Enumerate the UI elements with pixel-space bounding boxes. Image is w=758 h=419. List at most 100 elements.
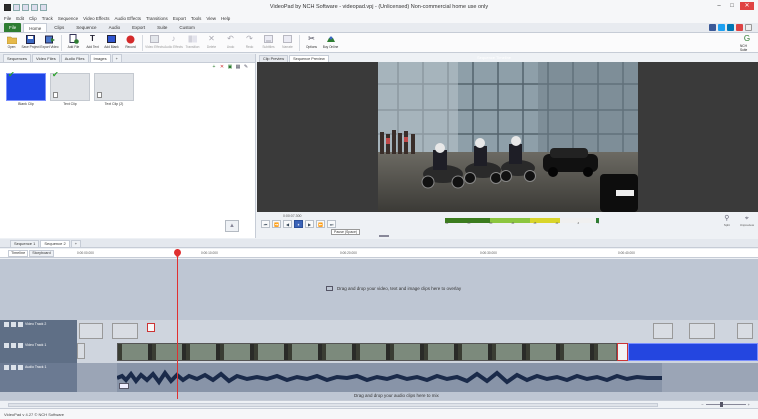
image-placeholder-icon[interactable]: ▲ xyxy=(225,220,239,232)
facebook-icon[interactable] xyxy=(709,24,716,31)
redo-button[interactable]: ↷ Redo xyxy=(240,33,259,53)
menu-export[interactable]: Export xyxy=(173,16,186,21)
text-clip[interactable] xyxy=(79,323,103,339)
menu-view[interactable]: View xyxy=(206,16,216,21)
close-icon[interactable]: ✕ xyxy=(740,2,754,10)
text-clip[interactable] xyxy=(112,323,138,339)
eye-icon[interactable] xyxy=(4,322,9,327)
zoom-in-icon[interactable]: + xyxy=(748,402,750,407)
clip-item[interactable]: Text Clip (2) xyxy=(94,73,134,106)
linkedin-icon[interactable] xyxy=(727,24,734,31)
tab-export[interactable]: Export xyxy=(127,23,150,32)
folder-icon[interactable]: ▣ xyxy=(227,64,233,70)
text-clip[interactable] xyxy=(737,323,753,339)
tab-sequence[interactable]: Sequence xyxy=(71,23,101,32)
save-project-button[interactable]: Save Project xyxy=(21,33,40,53)
nch-suite-button[interactable]: G NCH Suite xyxy=(740,34,754,52)
narrate-button[interactable]: Narrate xyxy=(278,33,297,53)
menu-video-effects[interactable]: Video Effects xyxy=(83,16,109,21)
skip-start-button[interactable]: ⏮ xyxy=(261,220,270,228)
tab-file[interactable]: File xyxy=(4,23,22,32)
eye-icon[interactable] xyxy=(4,343,9,348)
tab-sequence-2[interactable]: Sequence 2 xyxy=(40,240,70,247)
add-file-button[interactable]: Add File xyxy=(64,33,83,53)
zoom-track[interactable] xyxy=(705,402,746,407)
subtitles-button[interactable]: Subtitles xyxy=(259,33,278,53)
tab-storyboard[interactable]: Storyboard xyxy=(29,250,54,257)
record-button[interactable]: Record xyxy=(121,33,140,53)
audio-drop-zone[interactable]: Drag and drop your audio clips here to m… xyxy=(0,392,758,400)
rewind-button[interactable]: ⏪ xyxy=(272,220,281,228)
menu-audio-effects[interactable]: Audio Effects xyxy=(115,16,141,21)
zoom-knob[interactable] xyxy=(719,402,723,407)
tab-audio-files[interactable]: Audio Files xyxy=(60,54,89,62)
video-track-2-lane[interactable] xyxy=(77,320,758,341)
text-clip[interactable] xyxy=(689,323,715,339)
help-icon[interactable] xyxy=(745,24,752,31)
audio-waveform[interactable] xyxy=(117,363,662,392)
menu-file[interactable]: File xyxy=(4,16,11,21)
zoom-out-icon[interactable]: − xyxy=(701,402,703,407)
tab-clips[interactable]: Clips xyxy=(49,23,69,32)
tab-clip-preview[interactable]: Clip Preview xyxy=(259,55,289,62)
menu-sequence[interactable]: Sequence xyxy=(58,16,78,21)
video-track-1-lane[interactable] xyxy=(77,341,758,363)
menu-help[interactable]: Help xyxy=(221,16,230,21)
undo-button[interactable]: ↶ Undo xyxy=(221,33,240,53)
export-video-button[interactable]: Export Video xyxy=(40,33,59,53)
text-clip[interactable] xyxy=(653,323,673,339)
transition-button[interactable]: Transition xyxy=(183,33,202,53)
text-clip[interactable] xyxy=(77,343,85,359)
tab-add-sequence[interactable]: + xyxy=(70,240,82,247)
zoom-slider[interactable]: − + xyxy=(701,402,750,407)
video-effects-button[interactable]: Video Effects xyxy=(145,33,164,53)
menu-tools[interactable]: Tools xyxy=(191,16,202,21)
pause-button[interactable]: ⏸ xyxy=(294,220,303,228)
video-clip[interactable] xyxy=(117,343,617,361)
tab-home[interactable]: Home xyxy=(23,23,48,32)
tab-add-bin[interactable]: + xyxy=(111,54,122,62)
delete-button[interactable]: ✕ Delete xyxy=(202,33,221,53)
clip-item[interactable]: ✔ Text Clip xyxy=(50,71,90,106)
menu-track[interactable]: Track xyxy=(42,16,53,21)
audio-effects-button[interactable]: ♪ Audio Effects xyxy=(164,33,183,53)
speaker-icon[interactable] xyxy=(4,365,9,370)
fast-forward-button[interactable]: ⏩ xyxy=(316,220,325,228)
tab-sequence-preview[interactable]: Sequence Preview xyxy=(289,55,329,62)
options-button[interactable]: ✂ Options xyxy=(302,33,321,53)
unpreview-button[interactable]: ⌖ Unpreview xyxy=(740,214,754,227)
volume-icon[interactable] xyxy=(119,383,129,389)
lock-icon[interactable] xyxy=(11,343,16,348)
menu-clip[interactable]: Clip xyxy=(29,16,37,21)
timeline-scrollbar[interactable]: − + xyxy=(0,400,758,408)
fx-icon[interactable] xyxy=(18,322,23,327)
twitter-icon[interactable] xyxy=(718,24,725,31)
tab-video-files[interactable]: Video Files xyxy=(32,54,60,62)
tools-icon[interactable]: ✎ xyxy=(243,64,249,70)
panel-resize-grip[interactable] xyxy=(379,235,389,237)
menu-transitions[interactable]: Transitions xyxy=(146,16,168,21)
tab-sequence-1[interactable]: Sequence 1 xyxy=(10,240,40,247)
minimize-icon[interactable]: – xyxy=(714,2,724,10)
tab-audio[interactable]: Audio xyxy=(104,23,126,32)
audio-track-1-lane[interactable] xyxy=(77,363,758,392)
fx-icon[interactable] xyxy=(18,343,23,348)
scrollbar-thumb[interactable] xyxy=(8,403,658,407)
tab-suite[interactable]: Suite xyxy=(152,23,172,32)
playhead[interactable] xyxy=(177,249,178,399)
tab-sequences[interactable]: Sequences xyxy=(3,54,32,62)
view-icon[interactable]: ▦ xyxy=(235,64,241,70)
lock-icon[interactable] xyxy=(11,322,16,327)
tab-custom[interactable]: Custom xyxy=(174,23,200,32)
blank-clip[interactable] xyxy=(628,343,758,361)
skip-end-button[interactable]: ⏭ xyxy=(327,220,336,228)
clip-marker-icon[interactable] xyxy=(147,323,155,332)
transition-marker[interactable] xyxy=(617,343,628,361)
lock-icon[interactable] xyxy=(11,365,16,370)
add-blank-button[interactable]: Add Blank xyxy=(102,33,121,53)
buy-online-button[interactable]: Buy Online xyxy=(321,33,340,53)
split-button[interactable]: ⚲ Split xyxy=(722,214,732,227)
step-back-button[interactable]: ◀ xyxy=(283,220,292,228)
fx-icon[interactable] xyxy=(18,365,23,370)
remove-icon[interactable]: ✕ xyxy=(219,64,225,70)
